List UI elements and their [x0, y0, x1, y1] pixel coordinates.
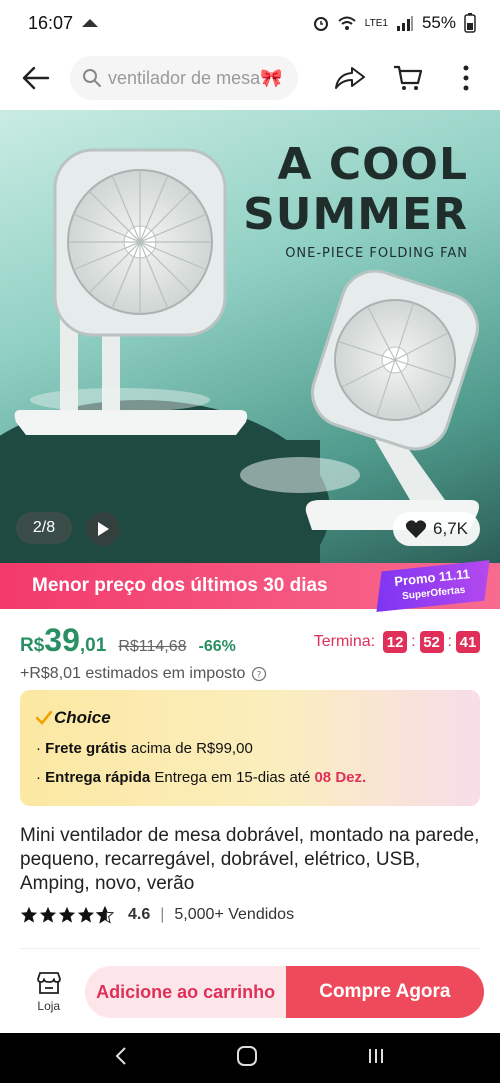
timer-hours: 12 — [383, 631, 408, 653]
hero-title-line2: SUMMER — [243, 189, 468, 240]
store-label: Loja — [37, 999, 61, 1013]
arrow-left-icon — [22, 66, 50, 90]
battery-percent: 55% — [421, 13, 456, 32]
network-label: LTE1 — [364, 17, 388, 29]
system-nav-bar — [0, 1033, 500, 1083]
image-counter: 2/8 — [16, 512, 72, 544]
rating-stars — [20, 906, 114, 924]
timer-label: Termina: — [313, 633, 376, 650]
rating-score: 4.6 — [128, 906, 151, 923]
play-icon — [98, 522, 109, 536]
delivery-date: 08 Dez. — [314, 769, 367, 786]
star-icon — [58, 906, 76, 923]
nav-home-button[interactable] — [236, 1045, 258, 1072]
chevron-left-icon — [115, 1046, 126, 1065]
likes-count: 6,7K — [433, 519, 468, 538]
battery-icon — [464, 13, 476, 33]
buy-now-button[interactable]: Compre Agora — [285, 966, 485, 1018]
share-icon — [335, 67, 365, 89]
more-vertical-icon — [463, 65, 469, 91]
fast-delivery-line: · Entrega rápida Entrega em 15-dias até … — [36, 769, 367, 786]
discount-badge: -66% — [198, 638, 236, 655]
store-icon — [36, 972, 61, 994]
hero-title-line1: A COOL — [277, 139, 468, 190]
free-shipping-label: Frete grátis — [45, 740, 127, 757]
heart-icon — [405, 520, 427, 538]
cart-icon — [394, 65, 423, 90]
alarm-icon — [313, 17, 328, 31]
star-icon — [39, 906, 57, 923]
tax-info[interactable]: +R$8,01 estimados em imposto ? — [20, 665, 267, 683]
wishlist-button[interactable]: 6,7K — [393, 512, 480, 546]
cart-button[interactable] — [390, 60, 426, 96]
choice-title: Choice — [54, 708, 111, 727]
rating-row[interactable]: 4.6 | 5,000+ Vendidos — [20, 906, 294, 924]
status-time: 16:07 — [28, 12, 74, 33]
help-icon: ? — [252, 666, 267, 682]
star-icon — [77, 906, 95, 923]
price-decimal: ,01 — [79, 635, 107, 656]
search-input[interactable]: ventilador de mesa🎀 — [70, 56, 298, 100]
recents-icon — [369, 1048, 383, 1063]
original-price: R$114,68 — [118, 638, 187, 655]
price-currency: R$ — [20, 635, 45, 656]
check-icon — [36, 711, 52, 725]
sold-count: 5,000+ Vendidos — [174, 906, 295, 923]
notification-icon — [82, 19, 99, 27]
countdown-timer: Termina: 12 : 52 : 41 — [314, 631, 480, 653]
rating-separator: | — [160, 906, 165, 923]
store-button[interactable]: Loja — [18, 971, 79, 1013]
fast-delivery-text: Entrega em 15-dias até — [150, 769, 315, 786]
timer-separator: : — [411, 633, 416, 650]
star-half-icon — [96, 906, 114, 924]
search-icon — [83, 69, 101, 87]
signal-icon — [396, 16, 413, 31]
timer-minutes: 52 — [419, 631, 444, 653]
price-row: R$ 39 ,01 R$114,68 -66% Termina: 12 : 52… — [20, 622, 480, 662]
free-shipping-line: · Frete grátis acima de R$99,00 — [36, 740, 253, 757]
product-title: Mini ventilador de mesa dobrável, montad… — [20, 825, 480, 894]
timer-seconds: 41 — [456, 631, 480, 653]
star-icon — [20, 906, 38, 923]
more-button[interactable] — [448, 60, 484, 96]
product-image-carousel[interactable]: A COOL SUMMER ONE-PIECE FOLDING FAN 2/8 … — [0, 110, 500, 563]
home-circle-icon — [237, 1045, 257, 1066]
play-video-button[interactable] — [86, 512, 120, 546]
status-bar: 16:07 LTE1 55% — [0, 0, 500, 46]
back-button[interactable] — [16, 58, 56, 98]
choice-header: Choice — [36, 708, 464, 728]
svg-text:?: ? — [257, 671, 262, 681]
hero-headline: A COOL SUMMER ONE-PIECE FOLDING FAN — [243, 139, 468, 262]
share-button[interactable] — [332, 60, 368, 96]
choice-shipping-box[interactable]: Choice · Frete grátis acima de R$99,00 ·… — [20, 690, 480, 806]
search-placeholder: ventilador de mesa🎀 — [108, 67, 283, 88]
add-to-cart-button[interactable]: Adicione ao carrinho — [85, 966, 286, 1018]
top-bar: ventilador de mesa🎀 — [0, 46, 500, 110]
bottom-action-bar: Loja Adicione ao carrinho Compre Agora — [0, 952, 500, 1032]
price-integer: 39 — [44, 622, 80, 658]
tax-text: +R$8,01 estimados em imposto — [20, 665, 246, 682]
divider — [20, 948, 480, 949]
nav-back-button[interactable] — [114, 1046, 128, 1071]
hero-title-line3: ONE-PIECE FOLDING FAN — [285, 246, 468, 261]
wifi-icon — [338, 16, 356, 30]
promo-text: Menor preço dos últimos 30 dias — [32, 575, 328, 596]
free-shipping-text: acima de R$99,00 — [126, 740, 253, 757]
fast-delivery-label: Entrega rápida — [45, 769, 151, 786]
nav-recents-button[interactable] — [366, 1046, 386, 1071]
timer-separator: : — [447, 633, 452, 650]
